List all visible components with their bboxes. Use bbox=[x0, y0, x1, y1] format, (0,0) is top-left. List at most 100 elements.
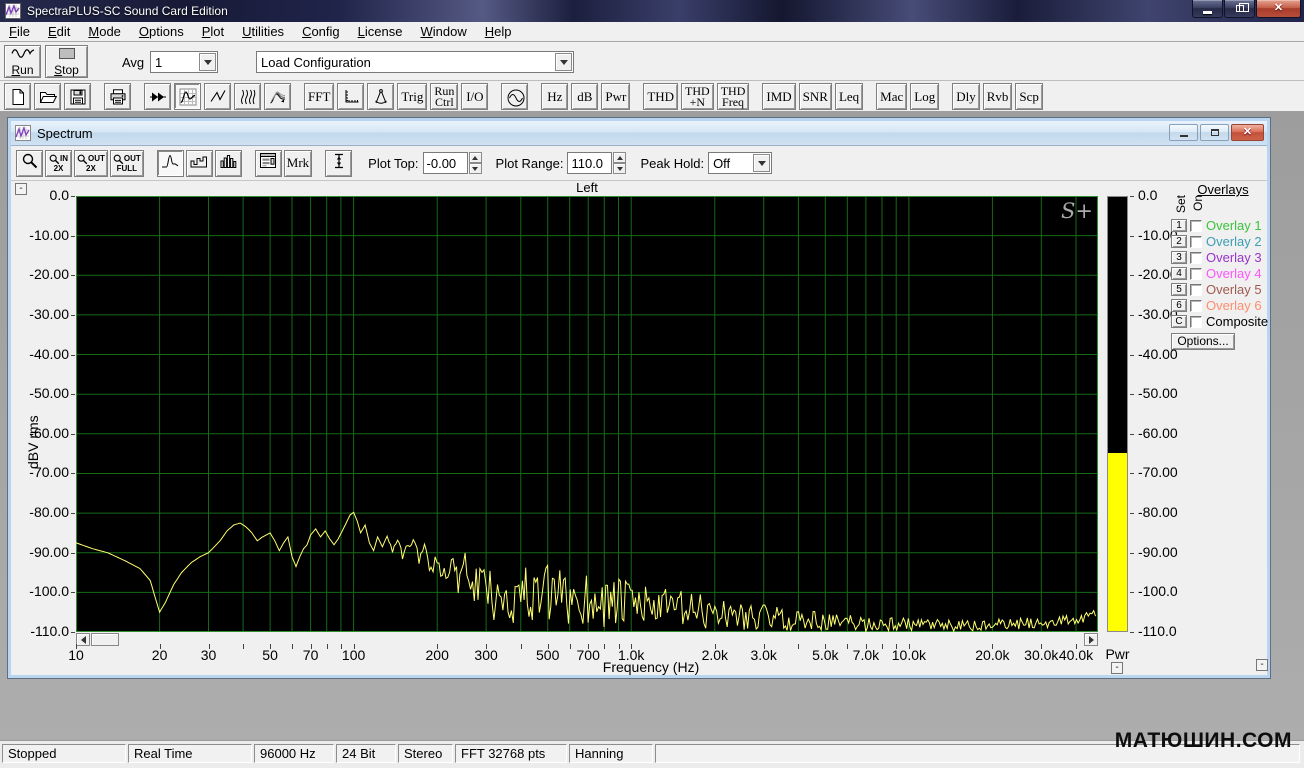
plot-top-input[interactable]: -0.00 bbox=[423, 152, 468, 174]
collapse-power-meter-button[interactable]: - bbox=[1111, 662, 1123, 674]
button-spectrogram-view[interactable] bbox=[234, 83, 261, 110]
button-imd[interactable]: IMD bbox=[762, 83, 795, 110]
button-thd-n[interactable]: THD+N bbox=[681, 83, 714, 110]
spectrum-titlebar[interactable]: Spectrum ✕ bbox=[11, 121, 1267, 146]
button-calibration[interactable] bbox=[367, 83, 394, 110]
button-plot-options[interactable] bbox=[255, 150, 282, 177]
button-db[interactable]: dB bbox=[571, 83, 598, 110]
x-tick-label: 50 bbox=[262, 648, 278, 663]
button-thd-freq[interactable]: THDFreq bbox=[717, 83, 750, 110]
overlay-set-button-6[interactable]: 6 bbox=[1171, 299, 1187, 312]
button-thd[interactable]: THD bbox=[643, 83, 678, 110]
button-spectrum-view[interactable] bbox=[174, 83, 201, 110]
button-io-device[interactable]: I/O bbox=[461, 83, 488, 110]
menu-options[interactable]: Options bbox=[130, 22, 193, 41]
button-snr[interactable]: SNR bbox=[799, 83, 832, 110]
button-trigger[interactable]: Trig bbox=[397, 83, 427, 110]
spin-up-icon[interactable] bbox=[469, 152, 482, 163]
overlay-set-button-4[interactable]: 4 bbox=[1171, 267, 1187, 280]
button-new[interactable] bbox=[4, 83, 31, 110]
menu-edit[interactable]: Edit bbox=[39, 22, 79, 41]
spectrum-minimize-button[interactable] bbox=[1169, 124, 1198, 141]
button-print[interactable] bbox=[104, 83, 131, 110]
button-bar-plot-style[interactable] bbox=[215, 150, 242, 177]
hscroll-right-button[interactable] bbox=[1084, 633, 1098, 646]
plot-range-input[interactable]: 110.0 bbox=[567, 152, 612, 174]
button-hz[interactable]: Hz bbox=[541, 83, 568, 110]
overlay-on-checkbox-5[interactable] bbox=[1190, 284, 1202, 296]
titlebar[interactable]: SpectraPLUS-SC Sound Card Edition ✕ bbox=[0, 0, 1304, 22]
menu-utilities[interactable]: Utilities bbox=[233, 22, 293, 41]
menu-window[interactable]: Window bbox=[411, 22, 475, 41]
button-fft-settings[interactable]: FFT bbox=[304, 83, 334, 110]
overlay-set-button-C[interactable]: C bbox=[1171, 315, 1187, 328]
close-icon: ✕ bbox=[1243, 127, 1252, 138]
overlay-set-button-5[interactable]: 5 bbox=[1171, 283, 1187, 296]
collapse-overlays-button[interactable]: - bbox=[1256, 659, 1268, 671]
y-tick-mark bbox=[1130, 592, 1134, 593]
overlay-set-button-1[interactable]: 1 bbox=[1171, 219, 1187, 232]
button-pwr[interactable]: Pwr bbox=[601, 83, 630, 110]
overlay-set-button-3[interactable]: 3 bbox=[1171, 251, 1187, 264]
hscroll-left-button[interactable] bbox=[76, 633, 90, 646]
configuration-select[interactable]: Load Configuration bbox=[256, 51, 574, 73]
plot-range-spinner[interactable] bbox=[613, 152, 626, 174]
button-scp[interactable]: Scp bbox=[1015, 83, 1043, 110]
peak-hold-select[interactable]: Off bbox=[708, 152, 772, 174]
button-zoom-out-2x[interactable]: OUT2X bbox=[74, 150, 108, 177]
button-scales[interactable] bbox=[337, 83, 364, 110]
y-tick-label-left: -100.0 bbox=[11, 584, 69, 599]
hscroll-thumb[interactable] bbox=[91, 633, 119, 646]
button-mac[interactable]: Mac bbox=[876, 83, 907, 110]
button-open[interactable] bbox=[34, 83, 61, 110]
overlay-on-checkbox-1[interactable] bbox=[1190, 220, 1202, 232]
spin-down-icon[interactable] bbox=[613, 163, 626, 174]
overlay-on-checkbox-3[interactable] bbox=[1190, 252, 1202, 264]
spin-down-icon[interactable] bbox=[469, 163, 482, 174]
plot-top-spinner[interactable] bbox=[469, 152, 482, 174]
button-save[interactable] bbox=[64, 83, 91, 110]
spectrum-maximize-button[interactable] bbox=[1200, 124, 1229, 141]
minimize-button[interactable] bbox=[1192, 0, 1223, 18]
overlay-set-button-2[interactable]: 2 bbox=[1171, 235, 1187, 248]
zoom-button-label: FULL bbox=[117, 165, 137, 173]
spectrum-plot[interactable]: S+ bbox=[76, 196, 1098, 632]
button-rvb[interactable]: Rvb bbox=[983, 83, 1013, 110]
menu-mode[interactable]: Mode bbox=[79, 22, 130, 41]
menu-license[interactable]: License bbox=[349, 22, 412, 41]
peak-hold-dropdown-arrow-icon[interactable] bbox=[753, 154, 770, 172]
avg-dropdown-arrow-icon[interactable] bbox=[199, 53, 216, 71]
overlay-on-checkbox-6[interactable] bbox=[1190, 300, 1202, 312]
button-zoom[interactable] bbox=[16, 150, 43, 177]
overlay-on-checkbox-C[interactable] bbox=[1190, 316, 1202, 328]
spectrum-close-button[interactable]: ✕ bbox=[1231, 124, 1264, 141]
spin-up-icon[interactable] bbox=[613, 152, 626, 163]
button-time-series-view[interactable] bbox=[204, 83, 231, 110]
stop-button[interactable]: Stop bbox=[45, 45, 88, 78]
button-process[interactable] bbox=[144, 83, 171, 110]
button-markers[interactable]: Mrk bbox=[284, 150, 312, 177]
button-run-control[interactable]: RunCtrl bbox=[430, 83, 458, 110]
avg-select[interactable]: 1 bbox=[150, 51, 218, 73]
button-zoom-in-2x[interactable]: IN2X bbox=[45, 150, 72, 177]
close-button[interactable]: ✕ bbox=[1256, 0, 1301, 18]
button-line-plot-style[interactable] bbox=[157, 150, 184, 177]
y-tick-mark bbox=[1130, 355, 1134, 356]
button-step-plot-style[interactable] bbox=[186, 150, 213, 177]
menu-help[interactable]: Help bbox=[476, 22, 521, 41]
restore-button[interactable] bbox=[1224, 0, 1255, 18]
button-timer[interactable] bbox=[501, 83, 528, 110]
button-zoom-out-full[interactable]: OUTFULL bbox=[110, 150, 144, 177]
button-leq[interactable]: Leq bbox=[835, 83, 863, 110]
overlay-on-checkbox-2[interactable] bbox=[1190, 236, 1202, 248]
menu-plot[interactable]: Plot bbox=[193, 22, 233, 41]
run-button[interactable]: Run bbox=[4, 45, 41, 78]
button-surface-view[interactable] bbox=[264, 83, 291, 110]
button-dly[interactable]: Dly bbox=[952, 83, 980, 110]
button-log[interactable]: Log bbox=[910, 83, 939, 110]
button-scale-adjust[interactable] bbox=[325, 150, 352, 177]
overlay-on-checkbox-4[interactable] bbox=[1190, 268, 1202, 280]
configuration-dropdown-arrow-icon[interactable] bbox=[555, 53, 572, 71]
menu-file[interactable]: File bbox=[0, 22, 39, 41]
menu-config[interactable]: Config bbox=[293, 22, 349, 41]
